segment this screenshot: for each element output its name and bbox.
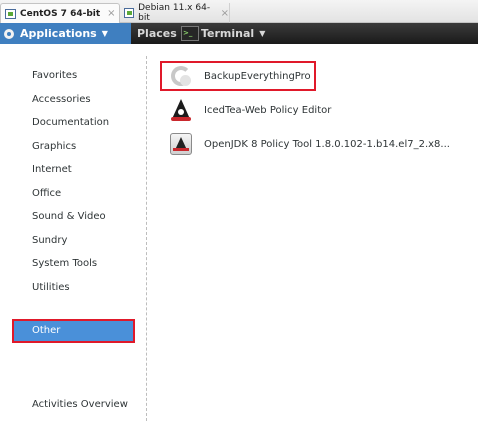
gnome-foot-icon xyxy=(4,28,14,39)
terminal-icon: >_ xyxy=(181,26,199,41)
applications-label: Applications xyxy=(20,27,97,40)
chevron-down-icon: ▼ xyxy=(101,29,108,38)
java-icon xyxy=(168,97,194,123)
category-system-tools[interactable]: System Tools xyxy=(12,252,135,276)
category-utilities[interactable]: Utilities xyxy=(12,276,135,300)
applications-menu-panel: Favorites Accessories Documentation Grap… xyxy=(0,44,478,421)
activities-overview-link[interactable]: Activities Overview xyxy=(32,399,128,410)
vm-tab-strip: CentOS 7 64-bit × Debian 11.x 64-bit × xyxy=(0,0,478,23)
category-office[interactable]: Office xyxy=(12,182,135,206)
gnome-top-bar: Applications ▼ Places ▼ >_ Terminal ▼ xyxy=(0,23,478,44)
app-item-icedtea-policy-editor[interactable]: IcedTea-Web Policy Editor xyxy=(160,95,331,125)
java-policy-icon xyxy=(168,131,194,157)
tab-centos-label: CentOS 7 64-bit xyxy=(20,8,101,19)
category-favorites[interactable]: Favorites xyxy=(12,64,135,88)
chevron-down-icon: ▼ xyxy=(259,29,266,38)
close-icon[interactable]: × xyxy=(221,8,229,19)
app-label: OpenJDK 8 Policy Tool 1.8.0.102-1.b14.el… xyxy=(204,138,450,150)
menu-divider xyxy=(146,56,147,421)
tab-centos[interactable]: CentOS 7 64-bit × xyxy=(0,3,120,23)
backup-icon xyxy=(168,63,194,89)
category-documentation[interactable]: Documentation xyxy=(12,111,135,135)
vm-icon xyxy=(124,8,135,18)
tab-debian[interactable]: Debian 11.x 64-bit × xyxy=(120,3,230,23)
vm-icon xyxy=(5,8,16,19)
category-graphics[interactable]: Graphics xyxy=(12,135,135,159)
app-item-backupeverythingpro[interactable]: BackupEverythingPro xyxy=(160,61,316,91)
terminal-menu-button[interactable]: >_ Terminal ▼ xyxy=(181,23,265,44)
app-label: BackupEverythingPro xyxy=(204,70,311,82)
category-accessories[interactable]: Accessories xyxy=(12,88,135,112)
terminal-label: Terminal xyxy=(201,27,255,40)
category-list: Favorites Accessories Documentation Grap… xyxy=(12,64,135,343)
category-internet[interactable]: Internet xyxy=(12,158,135,182)
tab-debian-label: Debian 11.x 64-bit xyxy=(138,3,211,23)
applications-menu-button[interactable]: Applications ▼ xyxy=(0,23,131,44)
category-sundry[interactable]: Sundry xyxy=(12,229,135,253)
close-icon[interactable]: × xyxy=(107,8,115,19)
category-other[interactable]: Other xyxy=(12,319,135,343)
app-label: IcedTea-Web Policy Editor xyxy=(204,104,332,116)
app-item-openjdk-policy-tool[interactable]: OpenJDK 8 Policy Tool 1.8.0.102-1.b14.el… xyxy=(160,129,450,159)
category-sound-video[interactable]: Sound & Video xyxy=(12,205,135,229)
places-label: Places xyxy=(137,27,177,40)
